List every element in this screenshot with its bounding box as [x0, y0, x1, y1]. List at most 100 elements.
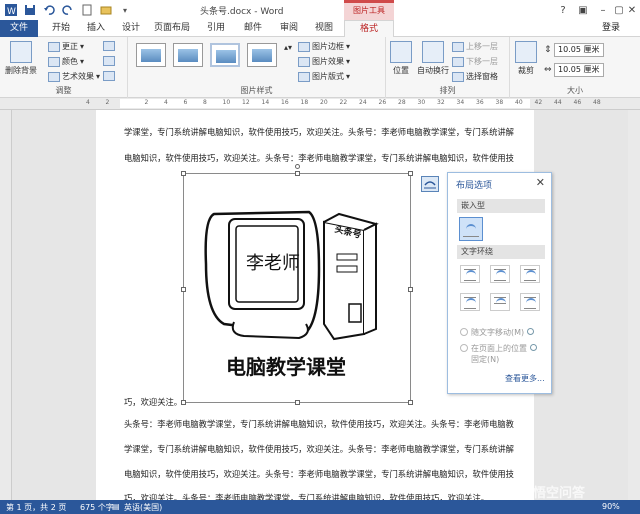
open-icon[interactable]: [98, 2, 114, 18]
ruler-number: 14: [261, 99, 270, 106]
move-with-text-radio[interactable]: 随文字移动(M): [460, 327, 535, 338]
crop-button[interactable]: 裁剪: [514, 41, 538, 76]
picture-effects-icon: [298, 56, 310, 67]
corrections-icon: [48, 41, 60, 52]
send-backward-icon: [452, 56, 464, 67]
word-count[interactable]: 675 个字: [80, 502, 114, 513]
vertical-scrollbar[interactable]: [628, 110, 640, 500]
info-icon: [527, 328, 535, 335]
selection-pane-button[interactable]: 选择窗格: [452, 71, 498, 82]
height-spinner[interactable]: 10.05 厘米: [554, 43, 604, 57]
tab-page-layout[interactable]: 页面布局: [151, 20, 193, 37]
corrections-button[interactable]: 更正 ▾: [48, 41, 84, 52]
resize-handle[interactable]: [181, 171, 186, 176]
artistic-effects-button[interactable]: 艺术效果 ▾: [48, 71, 100, 82]
color-icon: [48, 56, 60, 67]
ruler-number: 12: [242, 99, 250, 106]
zoom-level[interactable]: 90%: [602, 502, 620, 511]
ribbon-display-icon[interactable]: ▣: [572, 0, 594, 20]
bring-forward-button[interactable]: 上移一层: [452, 41, 498, 52]
picture-style-2[interactable]: [173, 43, 203, 67]
ruler-number: 30: [417, 99, 426, 106]
close-button[interactable]: ✕: [624, 0, 640, 20]
color-button[interactable]: 颜色 ▾: [48, 56, 84, 67]
login-link[interactable]: 登录: [602, 20, 620, 37]
artistic-effects-icon: [48, 71, 60, 82]
send-backward-button[interactable]: 下移一层: [452, 56, 498, 67]
resize-handle[interactable]: [295, 171, 300, 176]
layout-options-button[interactable]: [421, 176, 439, 192]
ruler-number: 2: [144, 99, 149, 106]
text-line[interactable]: 学课堂，专门系统讲解电脑知识，软件使用技巧，欢迎关注。头条号：李老师电脑教学课堂…: [124, 126, 514, 138]
styles-scroll-icon[interactable]: ▴▾: [284, 43, 292, 52]
tab-home[interactable]: 开始: [48, 20, 74, 37]
see-more-link[interactable]: 查看更多...: [505, 373, 545, 384]
remove-background-button[interactable]: 删除背景: [2, 41, 40, 76]
panel-close-icon[interactable]: ✕: [536, 176, 545, 189]
new-doc-icon[interactable]: [79, 2, 95, 18]
ruler-number: 4: [164, 99, 168, 106]
wrap-text-button[interactable]: 自动换行: [416, 41, 450, 76]
help-icon[interactable]: ?: [552, 0, 574, 20]
wrap-in-front-option[interactable]: [520, 293, 540, 311]
tab-insert[interactable]: 插入: [83, 20, 109, 37]
undo-icon[interactable]: [41, 2, 57, 18]
tab-view[interactable]: 视图: [311, 20, 337, 37]
redo-icon[interactable]: [60, 2, 76, 18]
change-picture-icon[interactable]: [103, 56, 115, 66]
wrap-behind-text-option[interactable]: [490, 293, 510, 311]
title-bar: W ▾ 头条号.docx - Word 图片工具 ? ▣ – ▢ ✕: [0, 0, 640, 20]
tab-format[interactable]: 格式: [344, 20, 394, 38]
ruler-number: 24: [359, 99, 367, 106]
ruler-number: 20: [320, 99, 328, 106]
position-icon: [390, 41, 412, 63]
width-spinner[interactable]: 10.05 厘米: [554, 63, 604, 77]
tab-references[interactable]: 引用: [203, 20, 229, 37]
resize-handle[interactable]: [181, 400, 186, 405]
tab-mailings[interactable]: 邮件: [240, 20, 266, 37]
picture-style-1[interactable]: [136, 43, 166, 67]
compress-icon[interactable]: [103, 41, 115, 51]
ruler-number: 6: [183, 99, 188, 106]
picture-style-3[interactable]: [210, 43, 240, 67]
rotate-handle[interactable]: [295, 164, 300, 169]
resize-handle[interactable]: [408, 287, 413, 292]
ruler-number: 46: [573, 99, 582, 106]
vertical-ruler[interactable]: [0, 110, 12, 500]
wrap-inline-option[interactable]: [459, 217, 483, 241]
text-line[interactable]: 电脑知识，软件使用技巧，欢迎关注。头条号：李老师电脑教学课堂，专门系统讲解电脑知…: [124, 152, 514, 164]
wrap-square-option[interactable]: [460, 265, 480, 283]
picture-effects-button[interactable]: 图片效果 ▾: [298, 56, 350, 67]
picture-border-button[interactable]: 图片边框 ▾: [298, 41, 350, 52]
page-count[interactable]: 第 1 页，共 2 页: [6, 502, 66, 513]
wrap-text-section-header: 文字环绕: [457, 245, 545, 259]
group-picture-styles: ▴▾ 图片边框 ▾ 图片效果 ▾ 图片版式 ▾ 图片样式: [128, 37, 386, 98]
reset-picture-icon[interactable]: [103, 71, 115, 81]
selected-picture[interactable]: 李老师 头条号 电脑教学课堂: [181, 164, 413, 405]
wrap-through-option[interactable]: [520, 265, 540, 283]
wrap-tight-option[interactable]: [490, 265, 510, 283]
picture-style-4[interactable]: [247, 43, 277, 67]
text-line[interactable]: 学课堂，专门系统讲解电脑知识，软件使用技巧，欢迎关注。头条号：李老师电脑教学课堂…: [124, 443, 514, 455]
text-line[interactable]: 电脑知识，软件使用技巧，欢迎关注。头条号：李老师电脑教学课堂，专门系统讲解电脑知…: [124, 468, 514, 480]
wrap-top-bottom-option[interactable]: [460, 293, 480, 311]
position-button[interactable]: 位置: [388, 41, 414, 76]
layout-options-panel: 布局选项 ✕ 嵌入型 文字环绕 随文字移动(M) 在页面上的位置 固定(N) 查看…: [447, 172, 552, 394]
resize-handle[interactable]: [181, 287, 186, 292]
resize-handle[interactable]: [295, 400, 300, 405]
horizontal-ruler[interactable]: 4 2 2 4 6 8 10 12 14 16 18 20 22 24 26 28 30 32 34 36 38 40 42…: [0, 98, 640, 110]
language[interactable]: 英语(美国): [124, 502, 162, 513]
tab-design[interactable]: 设计: [118, 20, 144, 37]
tab-review[interactable]: 审阅: [276, 20, 302, 37]
picture-layout-button[interactable]: 图片版式 ▾: [298, 71, 350, 82]
tab-file[interactable]: 文件: [0, 20, 38, 37]
resize-handle[interactable]: [408, 400, 413, 405]
proofing-icon[interactable]: ▤: [112, 502, 120, 511]
fix-position-radio[interactable]: 在页面上的位置 固定(N): [460, 343, 537, 365]
text-line[interactable]: 头条号：李老师电脑教学课堂，专门系统讲解电脑知识，软件使用技巧，欢迎关注。头条号…: [124, 418, 514, 430]
svg-text:W: W: [7, 7, 16, 17]
resize-handle[interactable]: [408, 171, 413, 176]
customize-quick-access-icon[interactable]: ▾: [117, 2, 133, 18]
text-line[interactable]: 巧，欢迎关注。: [124, 396, 182, 408]
save-icon[interactable]: [22, 2, 38, 18]
